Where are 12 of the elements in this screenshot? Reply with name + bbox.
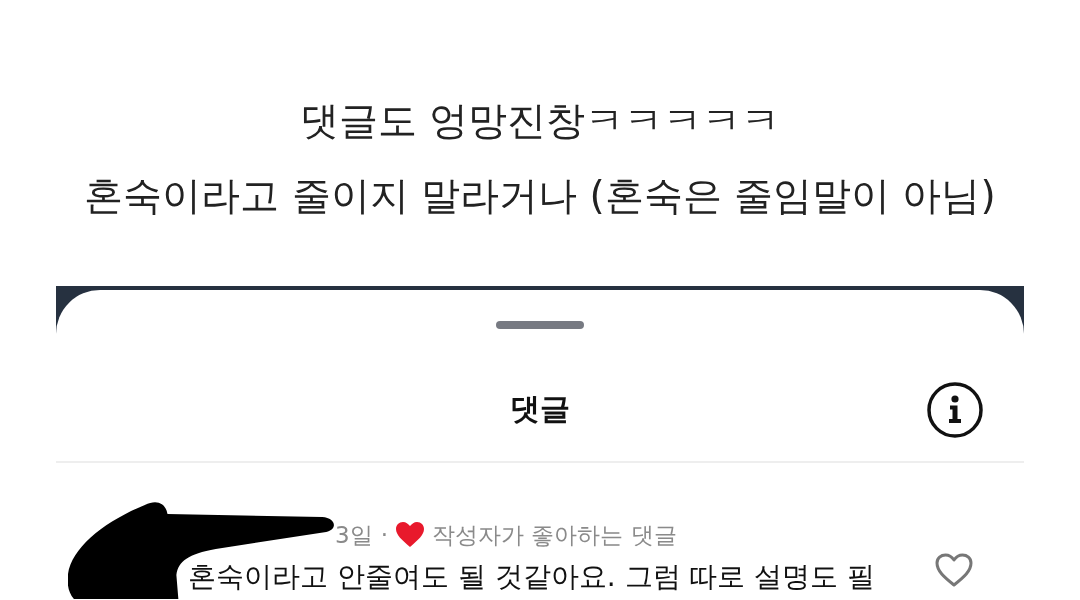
info-button[interactable] <box>927 381 983 438</box>
comment-text: 혼숙이라고 안줄여도 될 것같아요. 그럼 따로 설명도 필 <box>188 559 876 595</box>
drag-handle[interactable] <box>496 321 584 329</box>
sheet-title: 댓글 <box>510 390 570 428</box>
separator-dot: · <box>380 522 388 548</box>
heart-outline-icon <box>935 553 973 587</box>
caption-text: 혼숙이라고 줄이지 말라거나 (혼숙은 줄임말이 아님) <box>84 172 996 220</box>
like-button[interactable] <box>935 553 973 587</box>
info-icon <box>927 381 983 438</box>
comment-time: 3일 <box>335 520 373 550</box>
author-liked-label: 작성자가 좋아하는 댓글 <box>431 520 677 550</box>
caption-text: 댓글도 엉망진창ㅋㅋㅋㅋㅋ <box>299 97 781 145</box>
